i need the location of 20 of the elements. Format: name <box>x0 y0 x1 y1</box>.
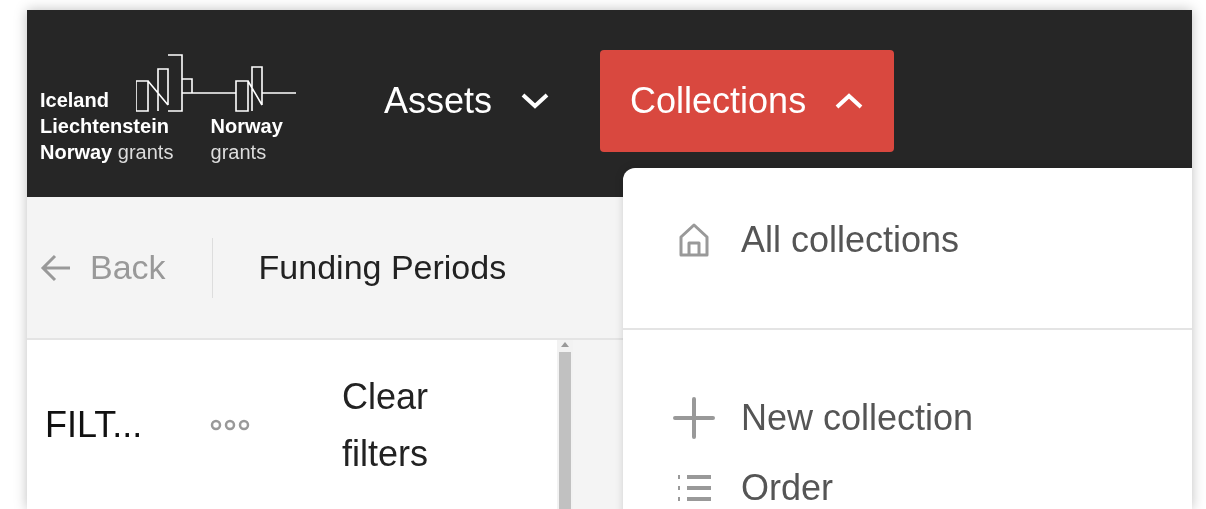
filters-heading: FILT... <box>45 404 144 446</box>
scrollbar[interactable] <box>557 340 573 509</box>
plus-icon <box>673 397 715 439</box>
more-options-icon[interactable] <box>210 419 250 431</box>
chevron-up-icon <box>834 92 865 110</box>
menu-item[interactable]: New collection <box>673 398 1192 438</box>
logo-text: Liechtenstein <box>40 113 170 139</box>
clear-filters-button[interactable]: Clear filters <box>342 368 502 482</box>
nav-menu-button[interactable]: Assets <box>354 50 581 152</box>
arrow-left-icon <box>40 253 72 282</box>
menu-item[interactable]: Order <box>673 468 1192 508</box>
logo-text: Iceland <box>40 87 110 113</box>
chevron-down-icon <box>520 92 551 110</box>
nav-menu-button[interactable]: Collections <box>600 50 895 152</box>
logo-text: Norway <box>210 113 284 139</box>
page-title: Funding Periods <box>258 248 507 287</box>
scroll-up-arrow-icon[interactable] <box>560 340 570 348</box>
menu-item[interactable]: All collections <box>673 220 1192 260</box>
logo-text: grants <box>210 139 268 165</box>
logo-text: Norway grants <box>40 139 175 165</box>
